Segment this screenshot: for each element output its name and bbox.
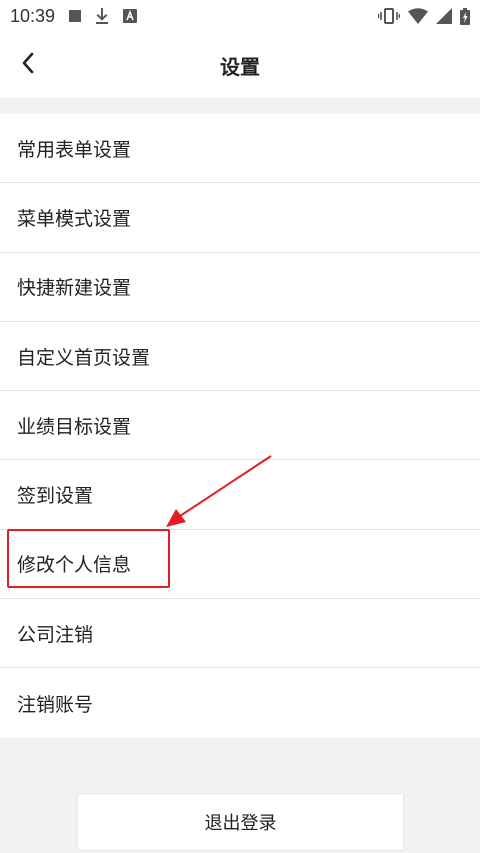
chevron-left-icon: [21, 52, 35, 78]
menu-item-label: 业绩目标设置: [17, 415, 132, 438]
menu-item-label: 签到设置: [17, 485, 94, 508]
menu-item-performance-goals[interactable]: 业绩目标设置: [0, 391, 480, 461]
status-right: [378, 7, 470, 25]
menu-item-label: 快捷新建设置: [17, 277, 132, 300]
menu-item-menu-mode[interactable]: 菜单模式设置: [0, 183, 480, 253]
menu-item-label: 注销账号: [17, 693, 94, 716]
menu-item-common-forms[interactable]: 常用表单设置: [0, 114, 480, 184]
menu-item-company-cancel[interactable]: 公司注销: [0, 599, 480, 669]
wifi-icon: [408, 8, 428, 24]
status-left: 10:39: [10, 5, 138, 27]
back-button[interactable]: [10, 47, 46, 83]
settings-list: 常用表单设置 菜单模式设置 快捷新建设置 自定义首页设置 业绩目标设置 签到设置…: [0, 114, 480, 738]
header-bar: 设置: [0, 32, 480, 98]
menu-item-label: 常用表单设置: [17, 138, 132, 161]
page-title: 设置: [220, 54, 260, 79]
download-icon: [95, 8, 109, 24]
stop-square-icon: [69, 10, 82, 22]
menu-item-edit-profile[interactable]: 修改个人信息: [0, 530, 480, 600]
signal-icon: [436, 8, 452, 24]
menu-item-label: 菜单模式设置: [17, 207, 132, 230]
logout-button[interactable]: 退出登录: [77, 793, 404, 851]
menu-item-label: 自定义首页设置: [17, 346, 151, 369]
battery-charging-icon: [460, 7, 470, 25]
menu-item-label: 公司注销: [17, 623, 94, 646]
menu-item-delete-account[interactable]: 注销账号: [0, 668, 480, 737]
logout-label: 退出登录: [204, 813, 277, 834]
text-a-icon: [123, 9, 138, 23]
status-bar: 10:39: [0, 0, 480, 32]
menu-item-check-in[interactable]: 签到设置: [0, 460, 480, 530]
menu-item-custom-home[interactable]: 自定义首页设置: [0, 322, 480, 392]
menu-item-quick-create[interactable]: 快捷新建设置: [0, 253, 480, 322]
vibrate-icon: [378, 8, 400, 24]
status-time: 10:39: [10, 5, 56, 26]
menu-item-label: 修改个人信息: [17, 554, 132, 577]
